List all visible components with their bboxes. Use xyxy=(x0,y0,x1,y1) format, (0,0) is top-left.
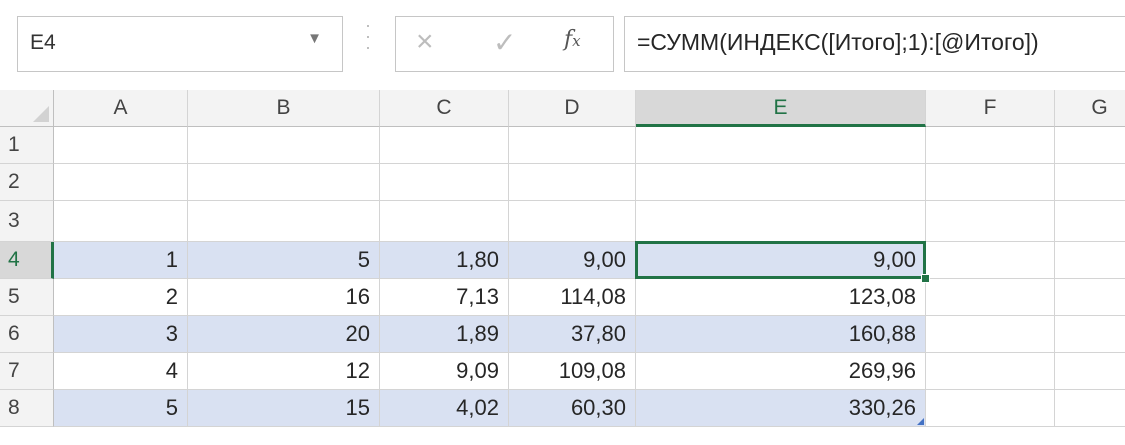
cell-d2[interactable] xyxy=(509,164,636,201)
cell-e5[interactable]: 123,08 xyxy=(636,279,926,316)
column-header-c[interactable]: C xyxy=(380,90,509,127)
cell-d7[interactable]: 109,08 xyxy=(509,353,636,390)
row-header-4[interactable]: 4 xyxy=(0,242,54,279)
cell-c3[interactable] xyxy=(380,201,509,242)
cell-b5[interactable]: 16 xyxy=(188,279,380,316)
cell-c5[interactable]: 7,13 xyxy=(380,279,509,316)
cell-g7[interactable] xyxy=(1055,353,1125,390)
cell-a5[interactable]: 2 xyxy=(54,279,188,316)
cell-e2[interactable] xyxy=(636,164,926,201)
cell-a1[interactable] xyxy=(54,127,188,164)
select-all-icon xyxy=(33,106,49,122)
cell-c1[interactable] xyxy=(380,127,509,164)
column-header-g[interactable]: G xyxy=(1055,90,1125,127)
cell-g2[interactable] xyxy=(1055,164,1125,201)
select-all-button[interactable] xyxy=(0,90,54,127)
cell-d8[interactable]: 60,30 xyxy=(509,390,636,427)
cell-f6[interactable] xyxy=(926,316,1055,353)
cell-d3[interactable] xyxy=(509,201,636,242)
cell-g5[interactable] xyxy=(1055,279,1125,316)
cell-g6[interactable] xyxy=(1055,316,1125,353)
column-header-b[interactable]: B xyxy=(188,90,380,127)
cell-e1[interactable] xyxy=(636,127,926,164)
enter-icon[interactable]: ✓ xyxy=(493,26,516,59)
formula-bar: E4 ▼ · · · × ✓ fx =СУММ(ИНДЕКС([Итого];1):… xyxy=(0,0,1125,90)
formula-text[interactable]: =СУММ(ИНДЕКС([Итого];1):[@Итого]) xyxy=(637,29,1039,56)
column-header-f[interactable]: F xyxy=(926,90,1055,127)
cell-f3[interactable] xyxy=(926,201,1055,242)
cell-a4[interactable]: 1 xyxy=(54,242,188,279)
cell-a6[interactable]: 3 xyxy=(54,316,188,353)
cell-a2[interactable] xyxy=(54,164,188,201)
table-resize-handle[interactable] xyxy=(917,418,924,425)
cell-f1[interactable] xyxy=(926,127,1055,164)
row-header-7[interactable]: 7 xyxy=(0,353,54,390)
cell-g1[interactable] xyxy=(1055,127,1125,164)
name-box-value[interactable]: E4 xyxy=(30,31,56,55)
formula-input[interactable]: =СУММ(ИНДЕКС([Итого];1):[@Итого]) xyxy=(624,16,1125,72)
cancel-icon[interactable]: × xyxy=(416,25,434,59)
cell-f4[interactable] xyxy=(926,242,1055,279)
cell-a8[interactable]: 5 xyxy=(54,390,188,427)
row-header-5[interactable]: 5 xyxy=(0,279,54,316)
cell-b3[interactable] xyxy=(188,201,380,242)
drag-handle-icon[interactable]: · · · xyxy=(365,16,371,60)
cell-g4[interactable] xyxy=(1055,242,1125,279)
insert-function-icon[interactable]: fx xyxy=(564,27,581,52)
cell-b6[interactable]: 20 xyxy=(188,316,380,353)
cell-c8[interactable]: 4,02 xyxy=(380,390,509,427)
cell-g3[interactable] xyxy=(1055,201,1125,242)
cell-b8[interactable]: 15 xyxy=(188,390,380,427)
spreadsheet-grid: A B C D E F G 1 2 3 4 5 6 7 8 1 5 1,80 9,00 9,00 2 16 7,13 114,… xyxy=(0,90,1125,445)
cell-g8[interactable] xyxy=(1055,390,1125,427)
column-header-e[interactable]: E xyxy=(636,90,926,127)
cell-c4[interactable]: 1,80 xyxy=(380,242,509,279)
column-header-d[interactable]: D xyxy=(509,90,636,127)
row-header-6[interactable]: 6 xyxy=(0,316,54,353)
cell-b4[interactable]: 5 xyxy=(188,242,380,279)
cell-b2[interactable] xyxy=(188,164,380,201)
row-header-1[interactable]: 1 xyxy=(0,127,54,164)
cell-e8[interactable]: 330,26 xyxy=(636,390,926,427)
cell-a7[interactable]: 4 xyxy=(54,353,188,390)
cell-b1[interactable] xyxy=(188,127,380,164)
row-header-8[interactable]: 8 xyxy=(0,390,54,427)
row-header-2[interactable]: 2 xyxy=(0,164,54,201)
cell-d1[interactable] xyxy=(509,127,636,164)
cell-d6[interactable]: 37,80 xyxy=(509,316,636,353)
cell-f5[interactable] xyxy=(926,279,1055,316)
cell-e3[interactable] xyxy=(636,201,926,242)
cell-f8[interactable] xyxy=(926,390,1055,427)
cell-d4[interactable]: 9,00 xyxy=(509,242,636,279)
cell-c2[interactable] xyxy=(380,164,509,201)
cell-c6[interactable]: 1,89 xyxy=(380,316,509,353)
cell-b7[interactable]: 12 xyxy=(188,353,380,390)
cell-f2[interactable] xyxy=(926,164,1055,201)
fill-handle[interactable] xyxy=(921,274,930,283)
cell-d5[interactable]: 114,08 xyxy=(509,279,636,316)
cell-a3[interactable] xyxy=(54,201,188,242)
name-box[interactable]: E4 ▼ xyxy=(17,16,343,72)
row-header-3[interactable]: 3 xyxy=(0,201,54,242)
formula-buttons: × ✓ fx xyxy=(395,16,614,72)
cell-e6[interactable]: 160,88 xyxy=(636,316,926,353)
cell-f7[interactable] xyxy=(926,353,1055,390)
cell-e7[interactable]: 269,96 xyxy=(636,353,926,390)
cell-e4[interactable]: 9,00 xyxy=(636,242,926,279)
column-header-a[interactable]: A xyxy=(54,90,188,127)
chevron-down-icon[interactable]: ▼ xyxy=(307,30,322,47)
cell-c7[interactable]: 9,09 xyxy=(380,353,509,390)
